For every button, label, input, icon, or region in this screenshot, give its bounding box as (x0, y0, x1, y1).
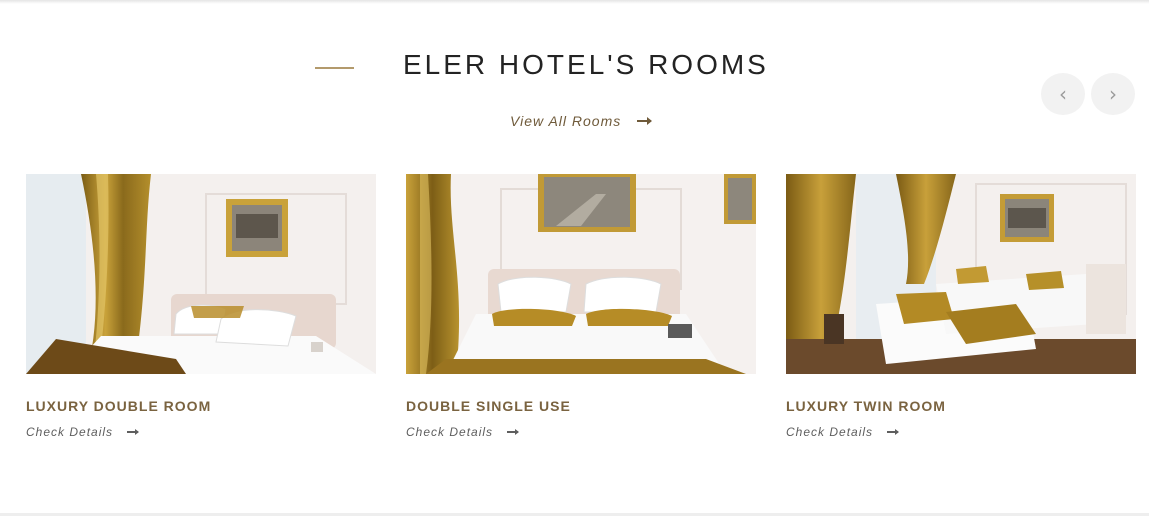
view-all-rooms-link[interactable]: View All Rooms (510, 112, 653, 130)
room-card-luxury-twin: LUXURY TWIN ROOM Check Details (786, 174, 1136, 439)
title-decoration-line (315, 67, 354, 69)
room-card-luxury-double: LUXURY DOUBLE ROOM Check Details (26, 174, 376, 439)
check-details-label: Check Details (786, 425, 874, 439)
arrow-right-icon (507, 429, 520, 435)
room-name[interactable]: LUXURY TWIN ROOM (786, 398, 946, 414)
room-photo-double-single-use[interactable] (406, 174, 756, 374)
check-details-label: Check Details (406, 425, 494, 439)
room-card-double-single-use: DOUBLE SINGLE USE Check Details (406, 174, 756, 439)
check-details-link[interactable]: Check Details (786, 424, 900, 440)
carousel-next-button[interactable]: › (1091, 73, 1135, 115)
chevron-right-icon: › (1109, 82, 1117, 106)
carousel-prev-button[interactable]: ‹ (1041, 73, 1085, 115)
check-details-label: Check Details (26, 425, 114, 439)
arrow-right-icon (637, 117, 653, 125)
room-name[interactable]: LUXURY DOUBLE ROOM (26, 398, 211, 414)
room-photo-luxury-twin[interactable] (786, 174, 1136, 374)
room-name[interactable]: DOUBLE SINGLE USE (406, 398, 571, 414)
check-details-link[interactable]: Check Details (26, 424, 140, 440)
header-shadow (0, 0, 1149, 4)
arrow-right-icon (127, 429, 140, 435)
section-title: ELER HOTEL'S ROOMS (403, 49, 769, 80)
arrow-right-icon (887, 429, 900, 435)
view-all-rooms-label: View All Rooms (510, 113, 622, 129)
chevron-left-icon: ‹ (1059, 82, 1067, 106)
check-details-link[interactable]: Check Details (406, 424, 520, 440)
room-photo-luxury-double[interactable] (26, 174, 376, 374)
